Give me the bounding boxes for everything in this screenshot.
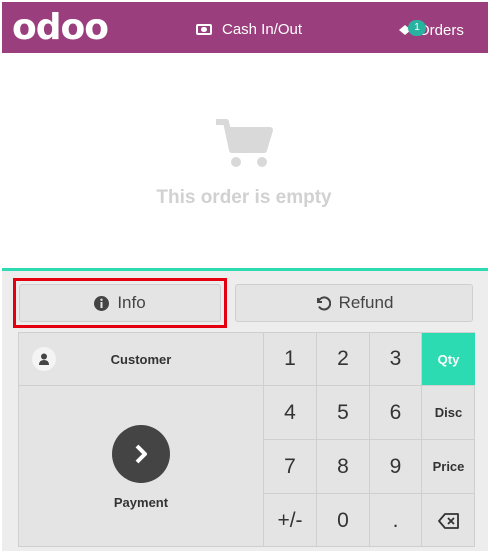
- orders-button[interactable]: 1 Orders: [398, 18, 464, 42]
- numpad-key-6[interactable]: 6: [370, 386, 422, 440]
- backspace-button[interactable]: [422, 494, 475, 547]
- top-bar: odoo Cash In/Out 1 Orders: [2, 2, 488, 53]
- refund-label: Refund: [338, 293, 394, 312]
- numpad-key-1[interactable]: 1: [264, 333, 317, 386]
- payment-button[interactable]: Payment: [19, 386, 264, 547]
- chevron-right-icon: [112, 425, 170, 483]
- refund-button[interactable]: Refund: [235, 284, 473, 322]
- customer-button[interactable]: Customer: [19, 333, 264, 386]
- mode-disc-button[interactable]: Disc: [422, 386, 475, 440]
- numpad-key-5[interactable]: 5: [317, 386, 370, 440]
- empty-order-message: This order is empty: [156, 187, 332, 208]
- numpad-key-8[interactable]: 8: [317, 440, 370, 494]
- numpad-key-0[interactable]: 0: [317, 494, 370, 547]
- control-panel: Info Refund Customer Payment 1 2 3 Qty 4…: [2, 268, 488, 551]
- customer-label: Customer: [110, 351, 172, 367]
- numpad-key-9[interactable]: 9: [370, 440, 422, 494]
- numpad-key-dot[interactable]: .: [370, 494, 422, 547]
- payment-label: Payment: [113, 495, 169, 510]
- mode-qty-button[interactable]: Qty: [422, 333, 475, 386]
- cash-icon: [196, 23, 212, 35]
- mode-price-button[interactable]: Price: [422, 440, 475, 494]
- orders-icon-wrap: 1: [398, 20, 426, 36]
- cash-in-out-label: Cash In/Out: [222, 20, 303, 38]
- numpad-grid: Customer Payment 1 2 3 Qty 4 5 6 Disc 7 …: [18, 332, 475, 547]
- info-highlight-box: [13, 278, 227, 328]
- orders-count-badge: 1: [408, 20, 426, 36]
- user-icon: [32, 347, 56, 371]
- backspace-icon: [437, 512, 459, 529]
- numpad-key-3[interactable]: 3: [370, 333, 422, 386]
- undo-icon: [315, 295, 331, 311]
- numpad-key-4[interactable]: 4: [264, 386, 317, 440]
- odoo-logo: odoo: [12, 7, 109, 48]
- cash-in-out-button[interactable]: Cash In/Out: [196, 18, 302, 40]
- numpad-key-7[interactable]: 7: [264, 440, 317, 494]
- numpad-key-plus-minus[interactable]: +/-: [264, 494, 317, 547]
- numpad-key-2[interactable]: 2: [317, 333, 370, 386]
- cart-icon: [216, 119, 273, 167]
